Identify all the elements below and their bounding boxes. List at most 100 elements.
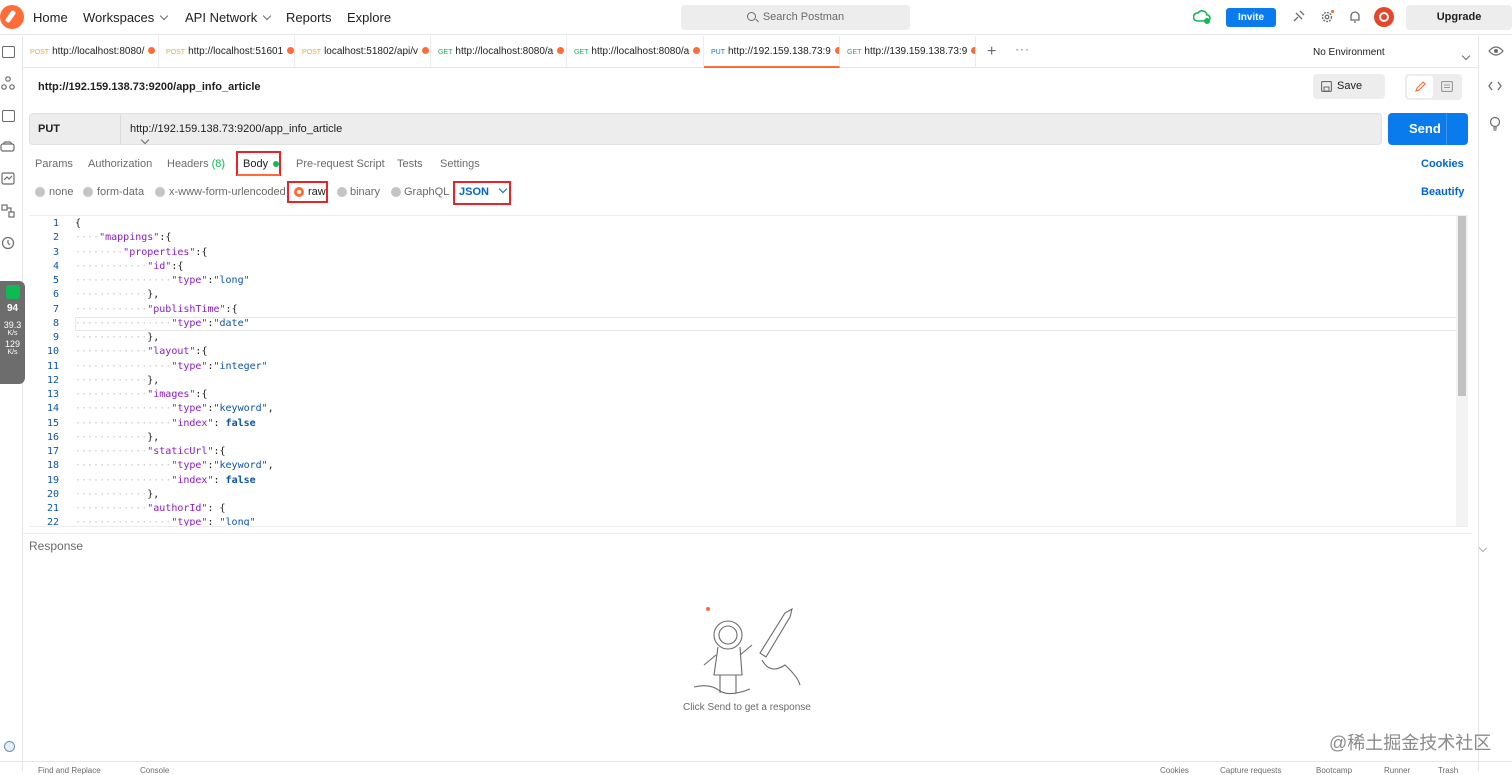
current-line-highlight xyxy=(75,317,1468,331)
line-number: 9 xyxy=(52,332,59,343)
save-button[interactable]: Save xyxy=(1313,74,1441,100)
code-icon[interactable] xyxy=(1488,80,1502,92)
line-number: 11 xyxy=(46,360,59,372)
status-bar: Find and Replace Console Cookies Capture… xyxy=(0,761,1512,775)
monitors-icon[interactable] xyxy=(1,172,15,185)
environment-select[interactable]: No Environment xyxy=(1313,47,1385,58)
environments-icon[interactable] xyxy=(2,110,15,122)
cookies-link[interactable]: Cookies xyxy=(1421,158,1464,170)
tab-headers[interactable]: Headers (8) xyxy=(167,158,225,170)
help-icon[interactable] xyxy=(3,740,16,753)
editor-scrollbar[interactable] xyxy=(1456,216,1468,526)
nav-workspaces[interactable]: Workspaces xyxy=(83,10,169,25)
new-tab-plus-icon[interactable]: + xyxy=(987,43,996,61)
code-line: ············"staticUrl":{ xyxy=(75,446,226,457)
tab-settings[interactable]: Settings xyxy=(440,158,480,170)
nav-reports[interactable]: Reports xyxy=(286,10,332,25)
line-number: 5 xyxy=(52,275,59,286)
request-tab[interactable]: GET http://localhost:8080/a xyxy=(567,36,704,68)
astronaut-illustration-icon xyxy=(693,607,801,695)
upgrade-button[interactable]: Upgrade xyxy=(1406,5,1512,30)
radio-urlencoded[interactable] xyxy=(155,187,165,197)
request-tab-active[interactable]: PUT http://192.159.138.73:9 xyxy=(704,36,840,68)
tab-method: POST xyxy=(30,49,50,56)
line-number: 19 xyxy=(46,474,59,486)
code-line: ················"type":"long" xyxy=(75,275,250,286)
send-button[interactable]: Send xyxy=(1388,113,1468,145)
save-label: Save xyxy=(1337,80,1363,92)
mock-servers-icon[interactable] xyxy=(0,141,15,153)
nav-home[interactable]: Home xyxy=(33,10,68,25)
radio-none-label[interactable]: none xyxy=(49,186,73,198)
apis-icon[interactable] xyxy=(1,76,15,90)
lightbulb-icon[interactable] xyxy=(1488,116,1502,132)
url-input[interactable]: http://192.159.138.73:9200/app_info_arti… xyxy=(130,114,342,144)
flows-icon[interactable] xyxy=(1,204,15,218)
history-icon[interactable] xyxy=(1,236,15,250)
pencil-icon xyxy=(1415,81,1426,92)
request-tab[interactable]: GET http://localhost:8080/a xyxy=(431,36,567,68)
notification-bell-icon[interactable] xyxy=(1348,10,1362,24)
eye-icon[interactable] xyxy=(1488,45,1504,57)
shield-check-icon xyxy=(5,285,20,299)
satellite-icon[interactable] xyxy=(1291,10,1305,24)
environment-label: No Environment xyxy=(1313,47,1385,58)
radio-form-data-label[interactable]: form-data xyxy=(97,186,144,198)
line-number: 22 xyxy=(46,517,59,527)
radio-binary-label[interactable]: binary xyxy=(350,186,380,198)
nav-api-network[interactable]: API Network xyxy=(185,10,272,25)
scrollbar-thumb[interactable] xyxy=(1458,216,1466,396)
radio-graphql[interactable] xyxy=(391,187,401,197)
unsaved-dot-icon xyxy=(971,47,975,54)
edit-mode-button[interactable] xyxy=(1407,76,1433,98)
unsaved-dot-icon xyxy=(557,47,565,54)
perf-down: 129 xyxy=(4,339,21,349)
code-line: ················"index": false xyxy=(75,417,256,429)
highlight-box xyxy=(236,151,281,176)
tab-label: localhost:51802/api/v xyxy=(324,46,419,57)
tab-authorization[interactable]: Authorization xyxy=(88,158,152,170)
more-tabs-icon[interactable]: ··· xyxy=(1015,42,1030,56)
line-number: 3 xyxy=(52,246,59,258)
tab-params[interactable]: Params xyxy=(35,158,73,170)
body-code-editor[interactable]: 1 {2 ····"mappings":{3 ········"properties"… xyxy=(29,215,1468,527)
settings-gear-icon[interactable] xyxy=(1320,10,1334,24)
radio-binary[interactable] xyxy=(337,187,347,197)
request-title[interactable]: http://192.159.138.73:9200/app_info_arti… xyxy=(38,81,261,93)
collections-icon[interactable] xyxy=(2,46,15,58)
method-label: PUT xyxy=(38,123,60,135)
left-sidebar xyxy=(0,36,23,771)
tab-pre-request-script[interactable]: Pre-request Script xyxy=(296,158,385,170)
response-label: Response xyxy=(29,539,84,553)
radio-urlencoded-label[interactable]: x-www-form-urlencoded xyxy=(169,186,286,198)
line-number: 10 xyxy=(46,346,59,358)
tab-method: GET xyxy=(574,49,589,56)
code-line: ················"type": "long" xyxy=(75,517,256,527)
request-tab[interactable]: GET http://139.159.138.73:9 xyxy=(840,36,976,68)
invite-button[interactable]: Invite xyxy=(1226,8,1276,27)
perf-percent: 94 xyxy=(6,303,19,314)
nav-explore[interactable]: Explore xyxy=(347,10,391,25)
url-bar: PUT http://192.159.138.73:9200/app_info_… xyxy=(29,113,1382,145)
tab-tests[interactable]: Tests xyxy=(397,158,423,170)
line-number: 17 xyxy=(46,446,59,457)
tab-label: http://localhost:51601 xyxy=(188,46,284,57)
search-input[interactable]: Search Postman xyxy=(681,5,910,30)
avatar[interactable] xyxy=(1374,7,1394,27)
radio-none[interactable] xyxy=(35,187,45,197)
postman-logo-icon[interactable] xyxy=(0,5,24,29)
response-empty-hint: Click Send to get a response xyxy=(683,702,811,713)
request-tab[interactable]: POST http://localhost:8080/ xyxy=(23,36,159,68)
beautify-link[interactable]: Beautify xyxy=(1421,186,1464,198)
radio-graphql-label[interactable]: GraphQL xyxy=(404,186,449,198)
request-tab[interactable]: POST localhost:51802/api/v xyxy=(295,36,431,68)
method-select[interactable]: PUT xyxy=(30,114,150,145)
request-tab[interactable]: POST http://localhost:51601 xyxy=(159,36,295,68)
radio-form-data[interactable] xyxy=(83,187,93,197)
send-divider xyxy=(1446,113,1447,145)
sync-cloud-icon[interactable] xyxy=(1193,9,1211,25)
highlight-box xyxy=(287,181,328,203)
line-number: 6 xyxy=(52,289,59,301)
comments-icon[interactable] xyxy=(1441,81,1453,92)
line-number: 18 xyxy=(46,460,59,472)
